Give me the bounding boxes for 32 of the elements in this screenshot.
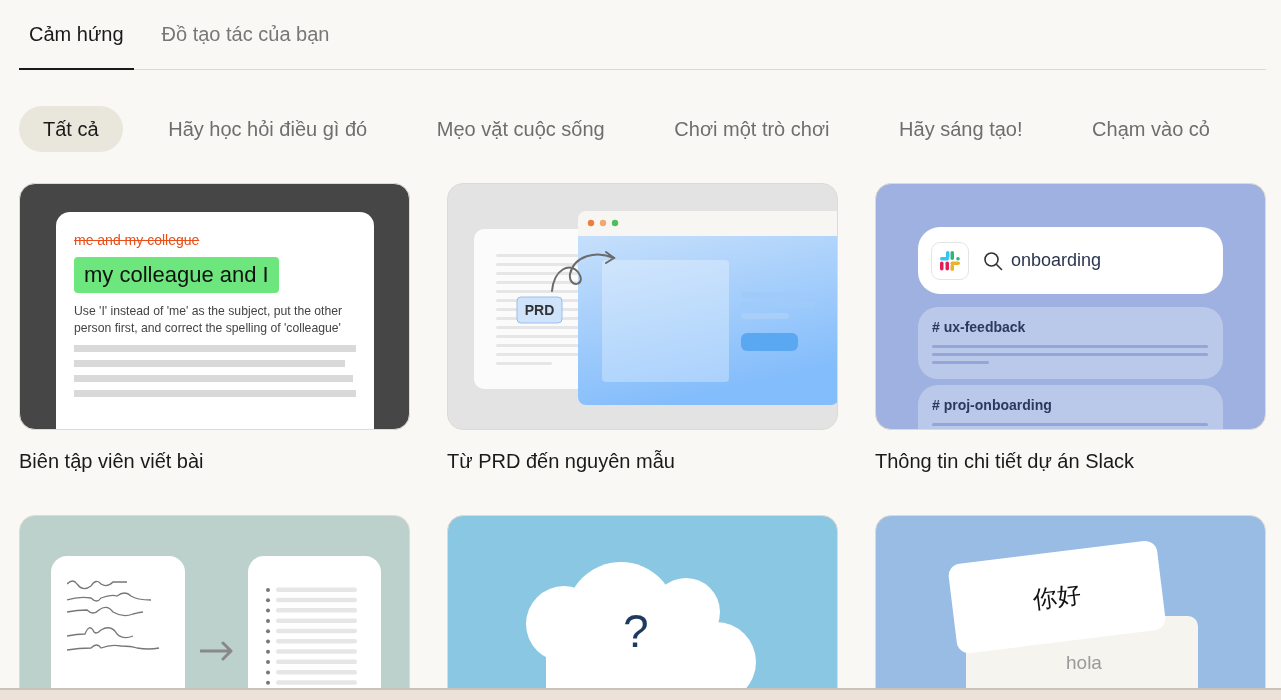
search-icon — [983, 250, 1003, 271]
card-illustration[interactable]: me and my collegue my colleague and I Use 'I' instead of 'me' as the subject, put the other person first, and correct the spelling of 'colleague' — [19, 183, 410, 430]
filter-chip[interactable]: Hãy học hỏi điều gì đó — [144, 106, 392, 152]
filter-chip[interactable]: Tất cả — [19, 106, 123, 152]
search-query: onboarding — [1011, 250, 1102, 271]
filter-chip[interactable]: Mẹo vặt cuộc sống — [412, 106, 629, 152]
struck-text: me and my collegue — [74, 232, 200, 248]
card-title[interactable]: Từ PRD đến nguyên mẫu — [447, 448, 838, 474]
card-illustration[interactable]: hola 你好 — [875, 515, 1266, 688]
card-illustration[interactable]: PRD — [447, 183, 838, 430]
message-line — [932, 361, 989, 364]
prd-label: PRD — [516, 296, 563, 324]
filter-chip[interactable]: Chạm vào cỏ — [1068, 106, 1234, 152]
channel-name: # ux-feedback — [932, 319, 1027, 335]
filter-chip[interactable]: Hãy sáng tạo! — [875, 106, 1047, 152]
flashcard-word: hola — [1066, 652, 1102, 674]
tab[interactable]: Cảm hứng — [19, 10, 134, 70]
card-title[interactable]: Biên tập viên viết bài — [19, 448, 410, 474]
question-mark: ? — [623, 604, 649, 658]
explanation-text: Use 'I' instead of 'me' as the subject, put the other person first, and correct the spelling of 'colleague' — [74, 303, 344, 336]
card-title[interactable]: Thông tin chi tiết dự án Slack — [875, 448, 1266, 474]
card-illustration[interactable]: ? — [447, 515, 838, 688]
curved-arrow-icon — [551, 251, 616, 292]
arrow-icon — [200, 640, 234, 662]
flashcard-word: 你好 — [1031, 579, 1083, 616]
tab[interactable]: Đồ tạo tác của bạn — [151, 10, 340, 70]
card-illustration[interactable] — [19, 515, 410, 688]
app-logo-icon — [931, 241, 969, 280]
channel-name: # proj-onboarding — [932, 397, 1053, 413]
suggestion-highlight: my colleague and I — [74, 257, 279, 293]
filter-chip[interactable]: Chơi một trò chơi — [650, 106, 854, 152]
card-illustration[interactable]: onboarding # ux-feedback # proj-onboarding — [875, 183, 1266, 430]
